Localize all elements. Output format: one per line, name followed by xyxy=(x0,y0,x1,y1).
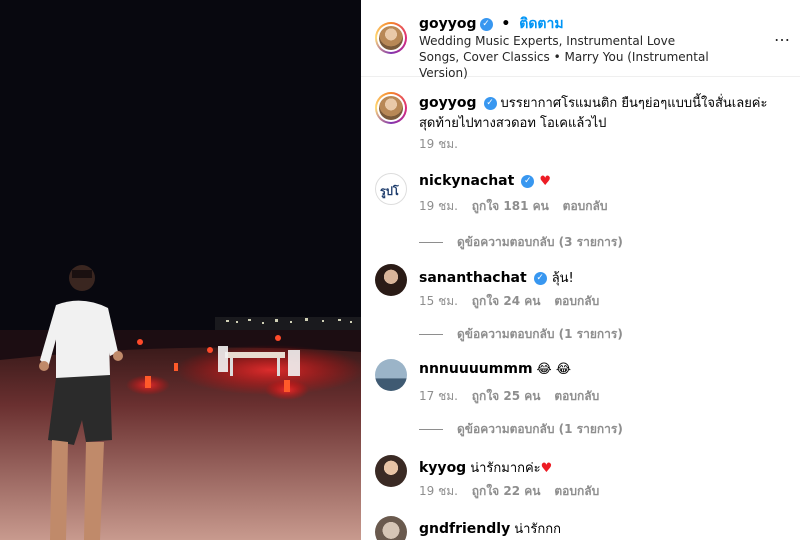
more-options-icon[interactable]: … xyxy=(774,26,791,45)
comment-meta: 19 ชม. ถูกใจ 22 คน ตอบกลับ xyxy=(419,482,609,501)
comment-row: kyyog น่ารักมากค่ะ♥ xyxy=(419,457,552,478)
comment-row: nnnuuuummm 😂 😂 xyxy=(419,361,571,377)
caption-username[interactable]: goyyog xyxy=(419,95,477,111)
comment-avatar[interactable] xyxy=(375,516,407,540)
audio-track[interactable]: Wedding Music Experts, Instrumental Love… xyxy=(419,33,719,81)
view-replies-button[interactable]: ดูข้อความตอบกลับ (3 รายการ) xyxy=(419,233,623,252)
comment-time[interactable]: 17 ชม. xyxy=(419,389,458,403)
reply-button[interactable]: ตอบกลับ xyxy=(554,389,599,403)
comment-meta: 19 ชม. ถูกใจ 181 คน ตอบกลับ xyxy=(419,197,618,216)
author-username[interactable]: goyyog xyxy=(419,16,477,32)
comment-username[interactable]: gndfriendly xyxy=(419,521,510,537)
comment-avatar[interactable] xyxy=(375,264,407,296)
replies-divider xyxy=(419,429,443,430)
verified-badge-icon: ✓ xyxy=(521,175,535,188)
comment-text: น่ารักกก xyxy=(514,522,562,537)
heart-icon: ♥ xyxy=(540,461,553,476)
comment-row: nickynachat ✓ ♥ xyxy=(419,173,551,189)
comment-time[interactable]: 15 ชม. xyxy=(419,294,458,308)
post-side-panel: goyyog ✓ • ติดตาม Wedding Music Experts, … xyxy=(361,0,800,540)
view-replies-button[interactable]: ดูข้อความตอบกลับ (1 รายการ) xyxy=(419,325,623,344)
comment-time[interactable]: 19 ชม. xyxy=(419,199,458,213)
comment-avatar[interactable] xyxy=(375,455,407,487)
caption-time[interactable]: 19 ชม. xyxy=(419,137,458,151)
reply-button[interactable]: ตอบกลับ xyxy=(554,294,599,308)
post-header: goyyog ✓ • ติดตาม Wedding Music Experts, … xyxy=(361,0,800,80)
comment-text: 😂 😂 xyxy=(536,362,572,377)
heart-icon: ♥ xyxy=(539,174,551,189)
reply-button[interactable]: ตอบกลับ xyxy=(554,484,599,498)
post-photo[interactable] xyxy=(0,0,361,540)
view-replies-button[interactable]: ดูข้อความตอบกลับ (1 รายการ) xyxy=(419,420,623,439)
author-avatar[interactable] xyxy=(375,22,407,54)
comment-text: น่ารักมากค่ะ xyxy=(470,461,541,476)
comment-username[interactable]: nickynachat xyxy=(419,173,514,189)
caption-meta: 19 ชม. xyxy=(419,135,468,154)
follow-button[interactable]: ติดตาม xyxy=(519,16,563,32)
comment-meta: 17 ชม. ถูกใจ 25 คน ตอบกลับ xyxy=(419,387,609,406)
comment-meta: 15 ชม. ถูกใจ 24 คน ตอบกลับ xyxy=(419,292,609,311)
replies-divider xyxy=(419,334,443,335)
comment-text: ลุ้น! xyxy=(551,271,574,286)
comment-likes[interactable]: ถูกใจ 22 คน xyxy=(472,484,541,498)
comment-avatar[interactable]: รูปโ xyxy=(375,173,407,205)
avatar-text: รูปโ xyxy=(380,185,399,198)
reply-button[interactable]: ตอบกลับ xyxy=(563,199,608,213)
comment-row: sananthachat ✓ ลุ้น! xyxy=(419,267,574,288)
comment-time[interactable]: 19 ชม. xyxy=(419,484,458,498)
comment-username[interactable]: kyyog xyxy=(419,460,466,476)
view-replies-label: ดูข้อความตอบกลับ (1 รายการ) xyxy=(457,422,623,436)
verified-badge-icon: ✓ xyxy=(533,272,547,285)
comment-avatar[interactable] xyxy=(375,359,407,391)
verified-badge-icon: ✓ xyxy=(483,97,497,110)
replies-divider xyxy=(419,242,443,243)
caption: goyyog ✓ บรรยากาศโรแมนติก ยืนๆย่อๆแบบนี้ใจ… xyxy=(419,93,784,134)
caption-avatar[interactable] xyxy=(375,92,407,124)
comment-likes[interactable]: ถูกใจ 25 คน xyxy=(472,389,541,403)
view-replies-label: ดูข้อความตอบกลับ (1 รายการ) xyxy=(457,327,623,341)
comment-row: gndfriendly น่ารักกก xyxy=(419,518,561,539)
comment-username[interactable]: sananthachat xyxy=(419,270,527,286)
verified-badge-icon: ✓ xyxy=(479,17,493,31)
separator: • xyxy=(501,16,511,32)
view-replies-label: ดูข้อความตอบกลับ (3 รายการ) xyxy=(457,235,623,249)
comment-likes[interactable]: ถูกใจ 24 คน xyxy=(472,294,541,308)
comment-likes[interactable]: ถูกใจ 181 คน xyxy=(472,199,549,213)
instagram-post-view: goyyog ✓ • ติดตาม Wedding Music Experts, … xyxy=(0,0,800,540)
night-beach-photo xyxy=(0,0,361,540)
comment-username[interactable]: nnnuuuummm xyxy=(419,361,533,377)
